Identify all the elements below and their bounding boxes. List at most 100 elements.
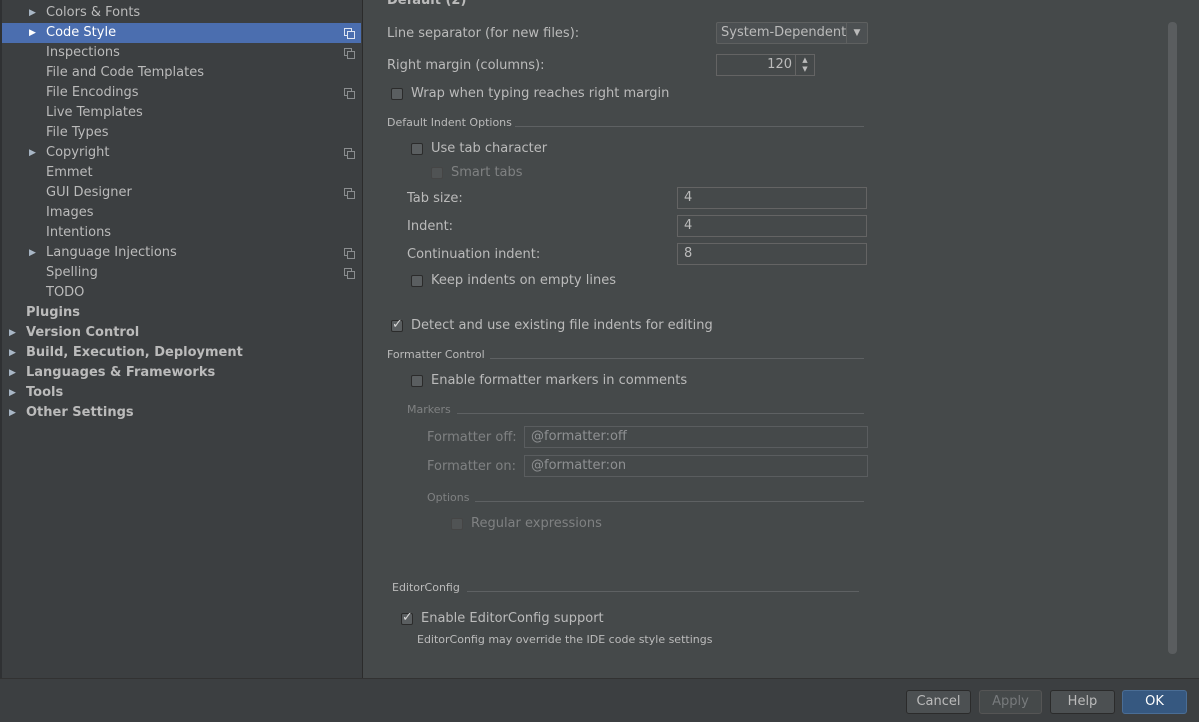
project-copy-icon [344, 188, 355, 199]
line-separator-dropdown[interactable]: System-Dependent ▼ [716, 22, 868, 44]
section-separator [467, 591, 859, 592]
expand-arrow-icon[interactable]: ▶ [9, 363, 16, 383]
editorconfig-checkbox[interactable] [401, 610, 413, 625]
sidebar-item-label: TODO [46, 285, 85, 300]
apply-button[interactable]: Apply [979, 690, 1042, 714]
sidebar-item-label: Images [46, 205, 94, 220]
markers-section-title: Markers [407, 403, 451, 416]
sidebar-item-file-types[interactable]: File Types [2, 123, 361, 143]
sidebar-item-version-control[interactable]: ▶ Version Control [2, 323, 361, 343]
section-separator [457, 413, 864, 414]
indent-input[interactable]: 4 [677, 215, 867, 237]
expand-arrow-icon[interactable]: ▶ [9, 403, 16, 423]
sidebar-item-todo[interactable]: TODO [2, 283, 361, 303]
line-separator-label: Line separator (for new files): [387, 26, 580, 41]
use-tab-label: Use tab character [431, 141, 548, 156]
continuation-indent-input[interactable]: 8 [677, 243, 867, 265]
line-separator-value: System-Dependent [721, 25, 847, 40]
editorconfig-label: Enable EditorConfig support [421, 611, 604, 626]
ok-button[interactable]: OK [1122, 690, 1187, 714]
project-copy-icon [344, 28, 355, 39]
formatter-control-section-title: Formatter Control [387, 348, 485, 361]
regular-expressions-label: Regular expressions [471, 516, 602, 531]
regular-expressions-checkbox[interactable] [451, 518, 463, 530]
expand-arrow-icon[interactable]: ▶ [29, 23, 36, 43]
sidebar-item-copyright[interactable]: ▶ Copyright [2, 143, 361, 163]
section-separator [490, 358, 864, 359]
smart-tabs-label: Smart tabs [451, 165, 523, 180]
sidebar-item-file-encodings[interactable]: File Encodings [2, 83, 361, 103]
expand-arrow-icon[interactable]: ▶ [29, 3, 36, 23]
formatter-off-input[interactable]: @formatter:off [524, 426, 868, 448]
expand-arrow-icon[interactable]: ▶ [29, 143, 36, 163]
section-separator [515, 126, 864, 127]
sidebar-item-label: Tools [26, 385, 64, 400]
sidebar-item-label: File Types [46, 125, 109, 140]
project-copy-icon [344, 48, 355, 59]
right-margin-value: 120 [767, 57, 792, 72]
right-margin-spinner[interactable]: 120 ▲ ▼ [716, 54, 815, 76]
expand-arrow-icon[interactable]: ▶ [9, 323, 16, 343]
continuation-indent-label: Continuation indent: [407, 247, 541, 262]
sidebar-item-other-settings[interactable]: ▶ Other Settings [2, 403, 361, 423]
sidebar-item-tools[interactable]: ▶ Tools [2, 383, 361, 403]
default-indent-section-title: Default Indent Options [387, 116, 512, 129]
wrap-checkbox[interactable] [391, 88, 403, 100]
sidebar-item-gui-designer[interactable]: GUI Designer [2, 183, 361, 203]
wrap-label: Wrap when typing reaches right margin [411, 86, 670, 101]
sidebar-item-languages-frameworks[interactable]: ▶ Languages & Frameworks [2, 363, 361, 383]
sidebar-item-live-templates[interactable]: Live Templates [2, 103, 361, 123]
expand-arrow-icon[interactable]: ▶ [9, 383, 16, 403]
code-style-panel: Default (2) Line separator (for new file… [363, 0, 1199, 678]
sidebar-item-emmet[interactable]: Emmet [2, 163, 361, 183]
section-separator [475, 501, 864, 502]
sidebar-item-label: Live Templates [46, 105, 143, 120]
sidebar-item-colors-fonts[interactable]: ▶ Colors & Fonts [2, 3, 361, 23]
scheme-header: Default (2) [387, 0, 467, 8]
sidebar-item-label: Version Control [26, 325, 140, 340]
chevron-down-icon[interactable]: ▼ [846, 23, 867, 43]
sidebar-item-label: GUI Designer [46, 185, 132, 200]
enable-formatter-markers-label: Enable formatter markers in comments [431, 373, 688, 388]
use-tab-checkbox[interactable] [411, 143, 423, 155]
spinner-arrows-icon[interactable]: ▲ ▼ [795, 55, 814, 76]
sidebar-item-label: Inspections [46, 45, 120, 60]
sidebar-item-label: Copyright [46, 145, 110, 160]
keep-indents-label: Keep indents on empty lines [431, 273, 616, 288]
sidebar-item-language-injections[interactable]: ▶ Language Injections [2, 243, 361, 263]
sidebar-item-build-execution-deployment[interactable]: ▶ Build, Execution, Deployment [2, 343, 361, 363]
cancel-button[interactable]: Cancel [906, 690, 971, 714]
indent-label: Indent: [407, 219, 454, 234]
options-section-title: Options [427, 491, 470, 504]
vertical-scrollbar[interactable] [1168, 22, 1177, 654]
keep-indents-checkbox[interactable] [411, 275, 423, 287]
sidebar-item-label: Spelling [46, 265, 98, 280]
sidebar-item-code-style[interactable]: ▶ Code Style [2, 23, 361, 43]
sidebar-item-intentions[interactable]: Intentions [2, 223, 361, 243]
sidebar-item-plugins[interactable]: Plugins [2, 303, 361, 323]
expand-arrow-icon[interactable]: ▶ [9, 343, 16, 363]
sidebar-item-spelling[interactable]: Spelling [2, 263, 361, 283]
sidebar-item-images[interactable]: Images [2, 203, 361, 223]
sidebar-item-label: File and Code Templates [46, 65, 204, 80]
sidebar-item-label: Languages & Frameworks [26, 365, 216, 380]
sidebar-item-label: Emmet [46, 165, 93, 180]
detect-indents-checkbox[interactable] [391, 317, 403, 332]
detect-indents-label: Detect and use existing file indents for… [411, 318, 713, 333]
sidebar-item-label: Code Style [46, 25, 117, 40]
sidebar-item-file-code-templates[interactable]: File and Code Templates [2, 63, 361, 83]
sidebar-item-label: Intentions [46, 225, 112, 240]
project-copy-icon [344, 268, 355, 279]
project-copy-icon [344, 148, 355, 159]
sidebar-item-inspections[interactable]: Inspections [2, 43, 361, 63]
smart-tabs-checkbox[interactable] [431, 167, 443, 179]
help-button[interactable]: Help [1050, 690, 1115, 714]
sidebar-item-label: File Encodings [46, 85, 139, 100]
formatter-on-input[interactable]: @formatter:on [524, 455, 868, 477]
tab-size-input[interactable]: 4 [677, 187, 867, 209]
enable-formatter-markers-checkbox[interactable] [411, 375, 423, 387]
expand-arrow-icon[interactable]: ▶ [29, 243, 36, 263]
right-margin-label: Right margin (columns): [387, 58, 545, 73]
editorconfig-section-title: EditorConfig [392, 581, 460, 594]
tab-size-label: Tab size: [407, 191, 463, 206]
